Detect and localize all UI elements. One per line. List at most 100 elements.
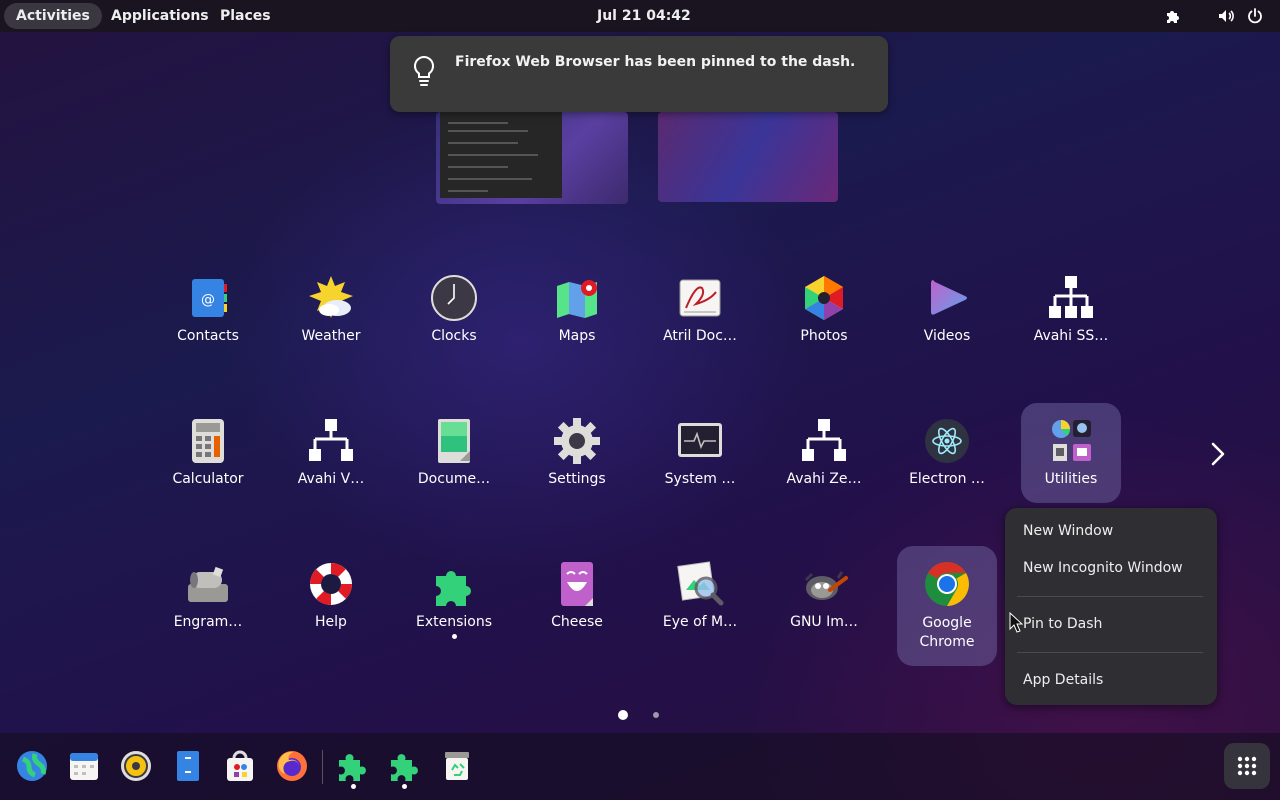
menu-separator [1017,652,1203,653]
system-monitor-icon [678,423,722,457]
videos-icon [931,280,967,315]
lifebuoy-icon [310,563,352,605]
atril-icon [679,279,721,317]
app-label: Photos [800,328,848,344]
puzzle-piece-icon [436,571,471,606]
contacts-icon: @ [192,279,227,317]
files-icon[interactable] [171,749,205,783]
app-avahi-ssh[interactable]: Avahi SS… [1021,270,1121,360]
app-label: Avahi V… [297,471,365,487]
activities-button[interactable]: Activities [4,3,102,29]
app-eye-of-mate[interactable]: Eye of M… [650,556,750,666]
app-google-chrome[interactable]: Google Chrome [897,546,997,666]
applications-menu[interactable]: Applications [99,3,221,29]
extensions-icon[interactable] [388,749,422,783]
lightbulb-icon [413,55,435,86]
menu-separator [1017,596,1203,597]
volume-icon[interactable] [1216,6,1236,26]
app-photos[interactable]: Photos [774,270,874,360]
app-weather[interactable]: Weather [281,270,381,360]
window-thumbnail [440,112,562,198]
workspace-thumbnail-2[interactable] [658,112,838,202]
app-label: Google Chrome [919,615,975,650]
app-label: Calculator [172,471,244,487]
app-avahi-vnc[interactable]: Avahi V… [281,413,381,503]
network-icon [1049,276,1093,318]
network-icon [802,419,846,461]
power-icon[interactable] [1245,6,1265,26]
app-label: Engram… [173,614,243,630]
top-bar: Activities Applications Places Jul 21 04… [0,0,1280,32]
archive-manager-icon [188,566,228,602]
page-dot-active[interactable] [618,710,628,720]
app-document-scanner[interactable]: Docume… [404,413,504,503]
app-label: Atril Doc… [663,328,737,344]
page-dot[interactable] [653,712,659,718]
gear-icon [554,418,600,464]
folder-icon [1052,420,1091,461]
show-applications-button[interactable] [1224,743,1270,789]
menu-item-pin-to-dash[interactable]: Pin to Dash [1023,616,1102,632]
app-settings[interactable]: Settings [527,413,627,503]
app-label: System … [664,471,736,487]
menu-item-app-details[interactable]: App Details [1023,672,1103,688]
clock[interactable]: Jul 21 04:42 [585,3,703,29]
firefox-icon[interactable] [275,749,309,783]
app-grid-icon [1237,756,1257,776]
calculator-icon [192,419,224,463]
app-videos[interactable]: Videos [897,270,997,360]
app-help[interactable]: Help [281,556,381,666]
app-label: Eye of M… [662,614,738,630]
app-label: Electron … [909,471,985,487]
menu-item-new-window[interactable]: New Window [1023,523,1113,539]
app-engrampa[interactable]: Engram… [158,556,258,666]
app-clocks[interactable]: Clocks [404,270,504,360]
app-cheese[interactable]: Cheese [527,556,627,666]
running-indicator [351,784,356,789]
app-maps[interactable]: Maps [527,270,627,360]
app-atril-document-viewer[interactable]: Atril Doc… [650,270,750,360]
maps-icon [557,280,597,318]
cheese-icon [561,562,593,606]
app-label: Videos [923,328,971,344]
rhythmbox-icon[interactable] [119,749,153,783]
app-electron[interactable]: Electron … [897,413,997,503]
app-extensions[interactable]: Extensions [404,556,504,666]
app-label: Docume… [417,471,491,487]
extensions-icon[interactable] [336,749,370,783]
menu-item-new-incognito-window[interactable]: New Incognito Window [1023,560,1183,576]
app-avahi-zeroconf[interactable]: Avahi Ze… [774,413,874,503]
running-indicator [402,784,407,789]
app-label: Avahi SS… [1033,328,1109,344]
app-gimp[interactable]: GNU Im… [774,556,874,666]
app-label: Settings [548,471,606,487]
app-system-monitor[interactable]: System … [650,413,750,503]
running-indicator [452,634,457,639]
globe-icon[interactable] [15,749,49,783]
app-label: Contacts [177,328,239,344]
extensions-tray-icon[interactable] [1163,6,1183,26]
app-label: Avahi Ze… [786,471,862,487]
app-label: Help [315,614,347,630]
software-store-icon[interactable] [223,749,257,783]
trash-icon[interactable] [440,749,474,783]
app-label: GNU Im… [790,614,858,630]
folder-utilities[interactable]: Utilities [1021,403,1121,503]
workspace-thumbnail-1[interactable] [436,112,628,204]
svg-text:@: @ [201,292,215,308]
photos-icon [805,276,843,320]
app-contacts[interactable]: @ Contacts [158,270,258,360]
app-label: Maps [558,328,596,344]
gimp-icon [804,571,848,600]
weather-icon [309,276,353,318]
mouse-pointer-icon [1009,612,1023,633]
app-calculator[interactable]: Calculator [158,413,258,503]
image-viewer-icon [677,561,724,606]
notification-banner[interactable]: Firefox Web Browser has been pinned to t… [390,36,888,112]
chrome-icon [925,562,969,606]
clock-icon [431,275,477,321]
places-menu[interactable]: Places [208,3,283,29]
app-label: Extensions [415,614,493,630]
next-page-arrow-icon[interactable] [1205,440,1231,468]
calendar-icon[interactable] [67,749,101,783]
